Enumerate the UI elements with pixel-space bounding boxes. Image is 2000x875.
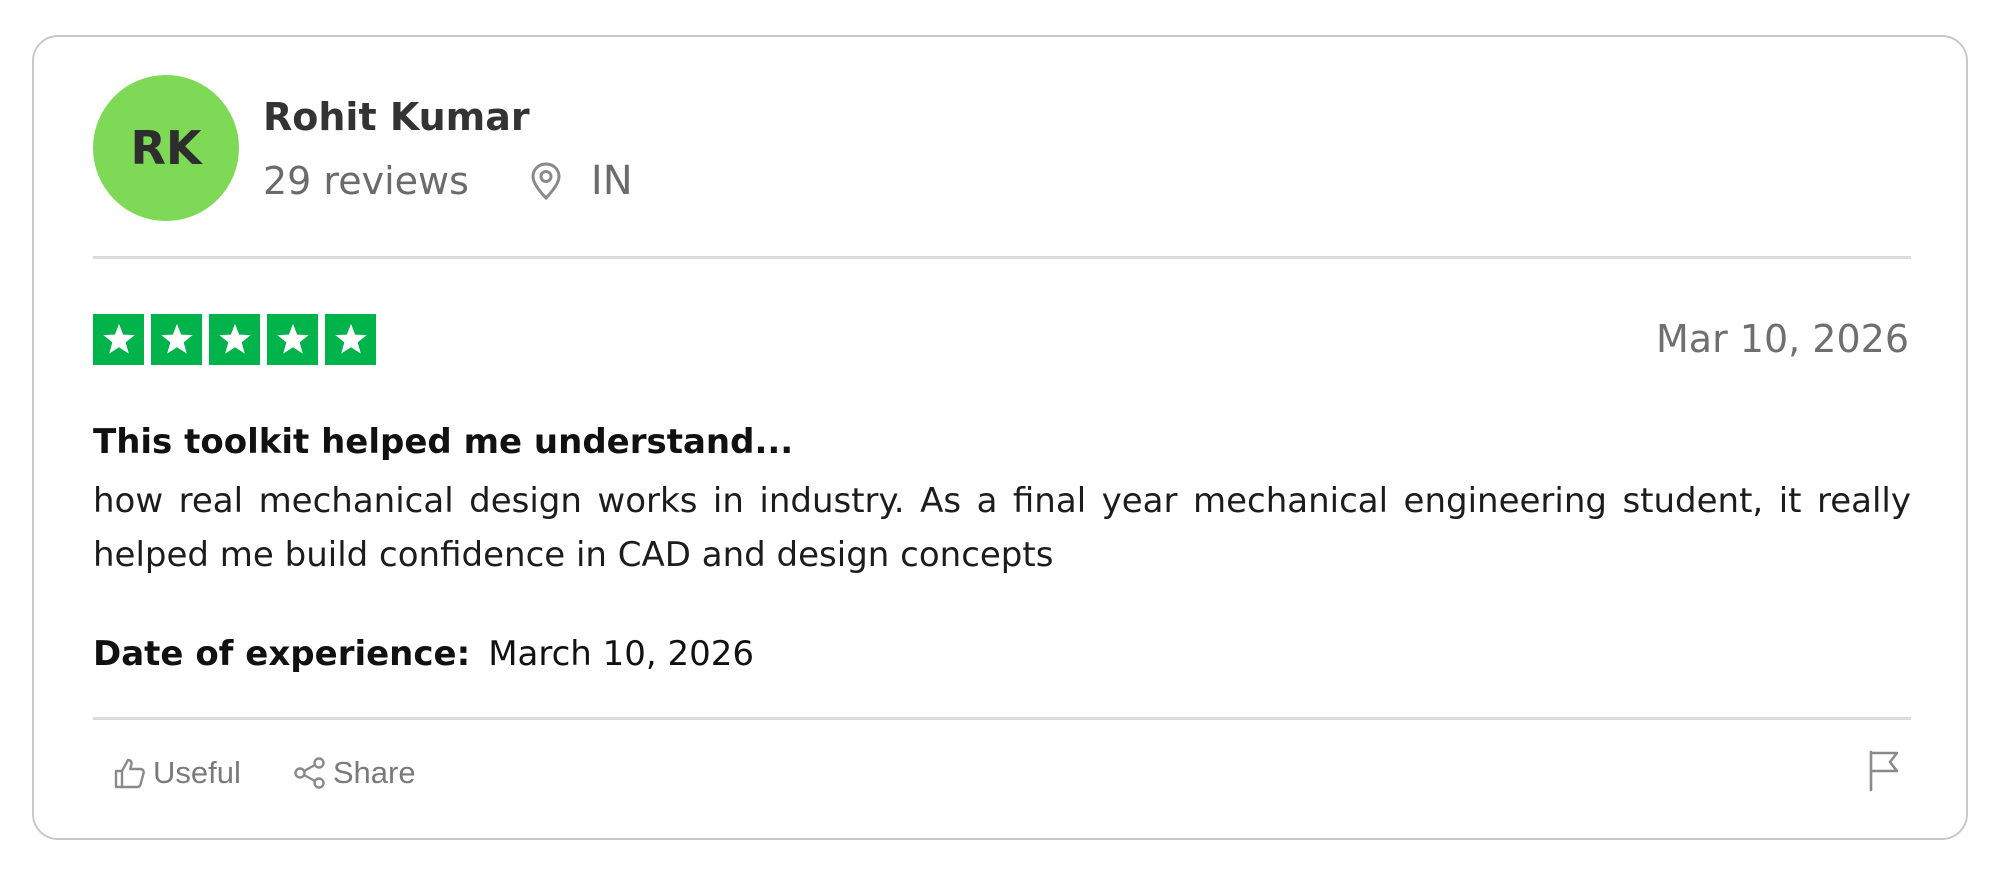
footer-divider bbox=[93, 717, 1911, 720]
reviewer-name[interactable]: Rohit Kumar bbox=[263, 95, 530, 139]
date-of-experience: Date of experience: March 10, 2026 bbox=[93, 634, 754, 674]
star-icon bbox=[334, 323, 367, 354]
review-text: how real mechanical design works in indu… bbox=[93, 481, 1911, 575]
review-title: This toolkit helped me understand... bbox=[93, 422, 794, 462]
useful-label: Useful bbox=[153, 755, 241, 790]
star-2 bbox=[151, 314, 202, 365]
review-actions: Useful Share bbox=[113, 743, 416, 803]
report-button[interactable] bbox=[1866, 748, 1902, 792]
review-date: Mar 10, 2026 bbox=[1656, 317, 1909, 361]
star-5 bbox=[325, 314, 376, 365]
star-icon bbox=[102, 323, 135, 354]
star-3 bbox=[209, 314, 260, 365]
reviewer-location: IN bbox=[590, 158, 633, 204]
share-icon bbox=[293, 756, 327, 790]
share-button[interactable]: Share bbox=[293, 755, 416, 791]
star-4 bbox=[267, 314, 318, 365]
star-icon bbox=[160, 323, 193, 354]
avatar: RK bbox=[93, 75, 239, 221]
review-card: RK Rohit Kumar 29 reviews IN Mar 10, 202… bbox=[32, 35, 1968, 840]
experience-date: March 10, 2026 bbox=[488, 634, 755, 674]
thumbs-up-icon bbox=[113, 756, 147, 790]
star-rating bbox=[93, 314, 376, 365]
star-icon bbox=[276, 323, 309, 354]
review-count: 29 reviews bbox=[263, 159, 469, 203]
location-pin-icon bbox=[529, 161, 563, 201]
share-label: Share bbox=[332, 755, 416, 790]
useful-button[interactable]: Useful bbox=[113, 755, 241, 791]
reviewer-meta: 29 reviews IN bbox=[263, 153, 633, 209]
flag-icon bbox=[1866, 748, 1902, 792]
star-icon bbox=[218, 323, 251, 354]
star-1 bbox=[93, 314, 144, 365]
header-divider bbox=[93, 256, 1911, 259]
experience-label: Date of experience: bbox=[93, 634, 471, 674]
